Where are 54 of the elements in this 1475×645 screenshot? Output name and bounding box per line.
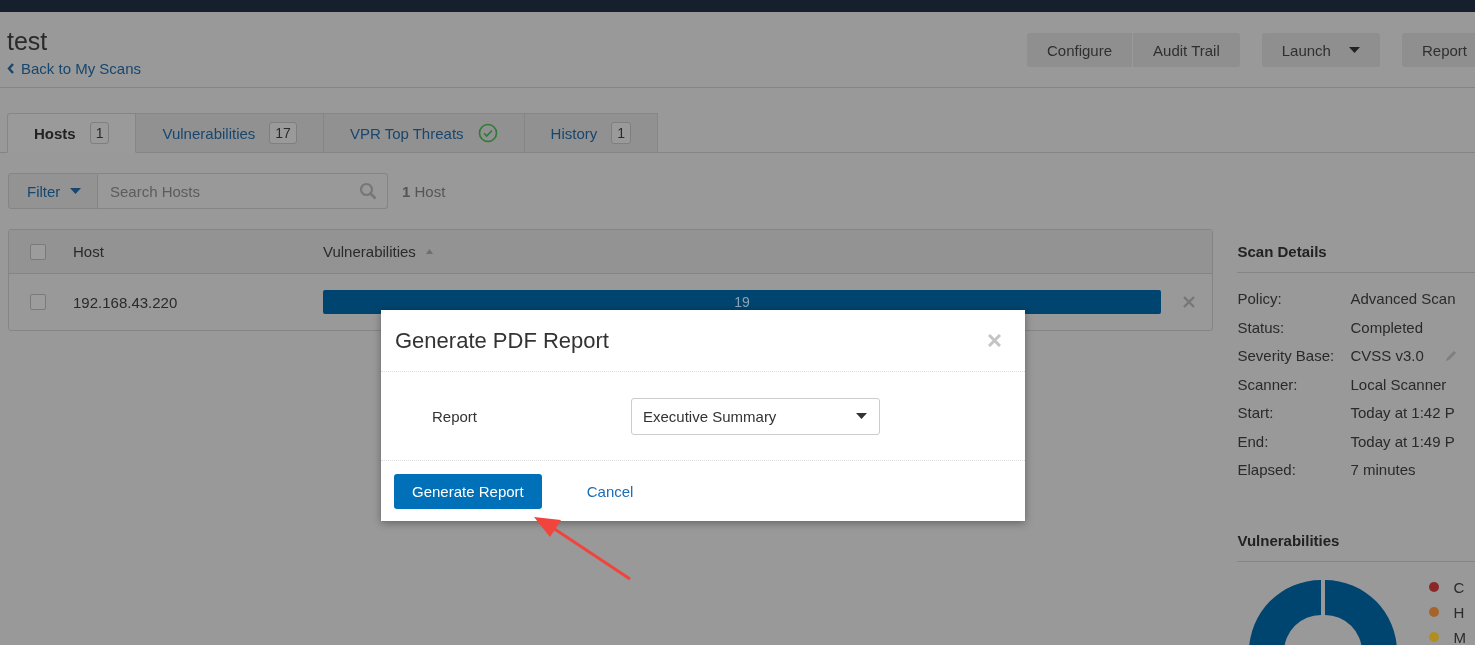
launch-dropdown[interactable]: Launch xyxy=(1261,33,1380,67)
detail-label: Scanner: xyxy=(1237,374,1299,394)
detail-label: Status: xyxy=(1237,317,1286,337)
legend-label: M xyxy=(1453,628,1466,645)
detail-value: CVSS v3.0 xyxy=(1350,346,1424,366)
count-badge: 1 xyxy=(89,122,110,144)
tab[interactable]: Vulnerabilities 17 xyxy=(135,113,324,152)
host-count: 1 Host xyxy=(402,182,446,200)
dialog-title: Generate PDF Report xyxy=(395,327,609,354)
report-select[interactable]: Executive Summary xyxy=(631,397,880,435)
section-title: Vulnerabilities xyxy=(1237,530,1475,562)
count-badge: 17 xyxy=(269,122,297,144)
detail-value: Local Scanner xyxy=(1350,374,1447,394)
detail-label: Elapsed: xyxy=(1237,460,1297,480)
detail-value: Today at 1:49 P xyxy=(1350,431,1455,451)
tab[interactable]: Hosts 1 xyxy=(7,113,137,153)
filter-button[interactable]: Filter xyxy=(8,173,98,209)
column-header[interactable]: Host xyxy=(73,243,104,260)
detail-value: Completed xyxy=(1350,317,1423,337)
remove-icon[interactable] xyxy=(1183,296,1195,308)
detail-value: 7 minutes xyxy=(1350,460,1416,480)
count-badge: 1 xyxy=(611,122,632,144)
detail-value: Today at 1:42 P xyxy=(1350,403,1455,423)
detail-label: Policy: xyxy=(1237,289,1283,309)
caret-down-icon xyxy=(1348,47,1360,53)
scan-title: test xyxy=(7,26,49,56)
column-header[interactable]: Vulnerabilities xyxy=(323,243,416,260)
search-field[interactable]: Search Hosts xyxy=(98,173,388,209)
legend-label: H xyxy=(1453,603,1465,621)
tab[interactable]: History 1 xyxy=(523,113,659,152)
check-circle-icon xyxy=(477,123,498,143)
host-address[interactable]: 192.168.43.220 xyxy=(73,293,178,311)
field-label: Report xyxy=(431,407,479,425)
checkbox[interactable] xyxy=(30,294,46,310)
caret-down-icon xyxy=(856,413,867,419)
toolbar-button[interactable]: Audit Trail xyxy=(1132,33,1240,67)
caret-down-icon xyxy=(70,188,82,194)
detail-label: End: xyxy=(1237,431,1270,451)
pencil-icon[interactable] xyxy=(1443,348,1458,363)
detail-value: Advanced Scan xyxy=(1350,289,1456,309)
tab[interactable]: VPR Top Threats xyxy=(322,113,525,152)
toolbar-button[interactable]: Configure xyxy=(1027,33,1133,67)
search-icon xyxy=(359,182,377,200)
detail-label: Severity Base: xyxy=(1237,346,1336,366)
chevron-left-icon xyxy=(7,63,15,74)
cancel-link[interactable]: Cancel xyxy=(586,482,634,500)
section-title: Scan Details xyxy=(1237,242,1475,273)
detail-label: Start: xyxy=(1237,403,1275,423)
back-link[interactable]: Back to My Scans xyxy=(7,60,142,77)
generate-report-button[interactable]: Generate Report xyxy=(394,473,542,509)
legend-label: C xyxy=(1453,578,1465,596)
close-icon[interactable] xyxy=(988,334,1001,347)
checkbox[interactable] xyxy=(30,243,46,260)
toolbar-button[interactable]: Report xyxy=(1401,33,1475,67)
